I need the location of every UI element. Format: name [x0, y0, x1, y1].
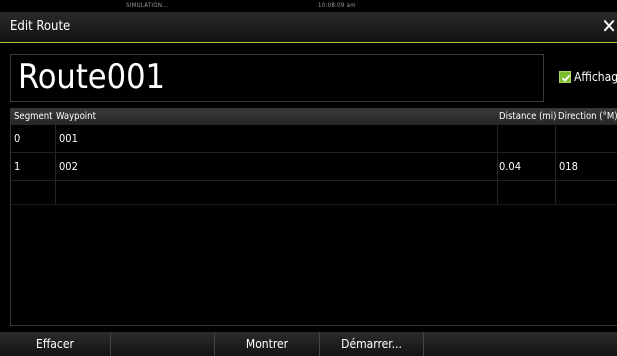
cell-distance: 0.04: [499, 160, 522, 173]
column-header-distance[interactable]: Distance (mi): [499, 111, 556, 122]
empty-softkey: [111, 332, 214, 356]
dialog-title-bar: Edit Route ✕: [0, 12, 617, 43]
softkey-divider: [423, 332, 424, 356]
softkey-bar: Effacer Montrer Démarrer...: [0, 332, 617, 356]
route-segments-table: Segment Waypoint Distance (mi) Direction…: [10, 108, 617, 326]
display-toggle-label: Affichage: [574, 70, 617, 84]
table-header: Segment Waypoint Distance (mi) Direction…: [11, 109, 617, 125]
delete-button[interactable]: Effacer: [0, 332, 110, 356]
route-name-field[interactable]: Route001: [10, 54, 544, 102]
dialog-title: Edit Route: [10, 19, 71, 34]
checkbox-checked-icon[interactable]: [559, 71, 571, 83]
table-row[interactable]: 1 002 0.04 018: [11, 153, 617, 181]
cell-segment: 0: [14, 132, 21, 145]
column-header-direction[interactable]: Direction (°M): [558, 111, 617, 122]
table-row[interactable]: 0 001: [11, 125, 617, 153]
cell-direction: 018: [559, 160, 578, 173]
start-button[interactable]: Démarrer...: [320, 332, 423, 356]
clock: 10:08:09 am: [318, 2, 356, 9]
cell-waypoint: 001: [59, 132, 78, 145]
cell-waypoint: 002: [59, 160, 78, 173]
status-bar: SIMULATION... 10:08:09 am: [0, 0, 617, 12]
column-header-waypoint[interactable]: Waypoint: [56, 111, 96, 122]
route-name-value: Route001: [18, 57, 166, 97]
table-row-empty: [11, 181, 617, 205]
simulation-indicator: SIMULATION...: [126, 2, 169, 9]
display-toggle[interactable]: Affichage: [559, 70, 617, 84]
close-icon[interactable]: ✕: [599, 15, 617, 37]
edit-route-screen: SIMULATION... 10:08:09 am Edit Route ✕ R…: [0, 0, 617, 356]
column-header-segment[interactable]: Segment: [14, 111, 52, 122]
show-button[interactable]: Montrer: [215, 332, 319, 356]
cell-segment: 1: [14, 160, 21, 173]
